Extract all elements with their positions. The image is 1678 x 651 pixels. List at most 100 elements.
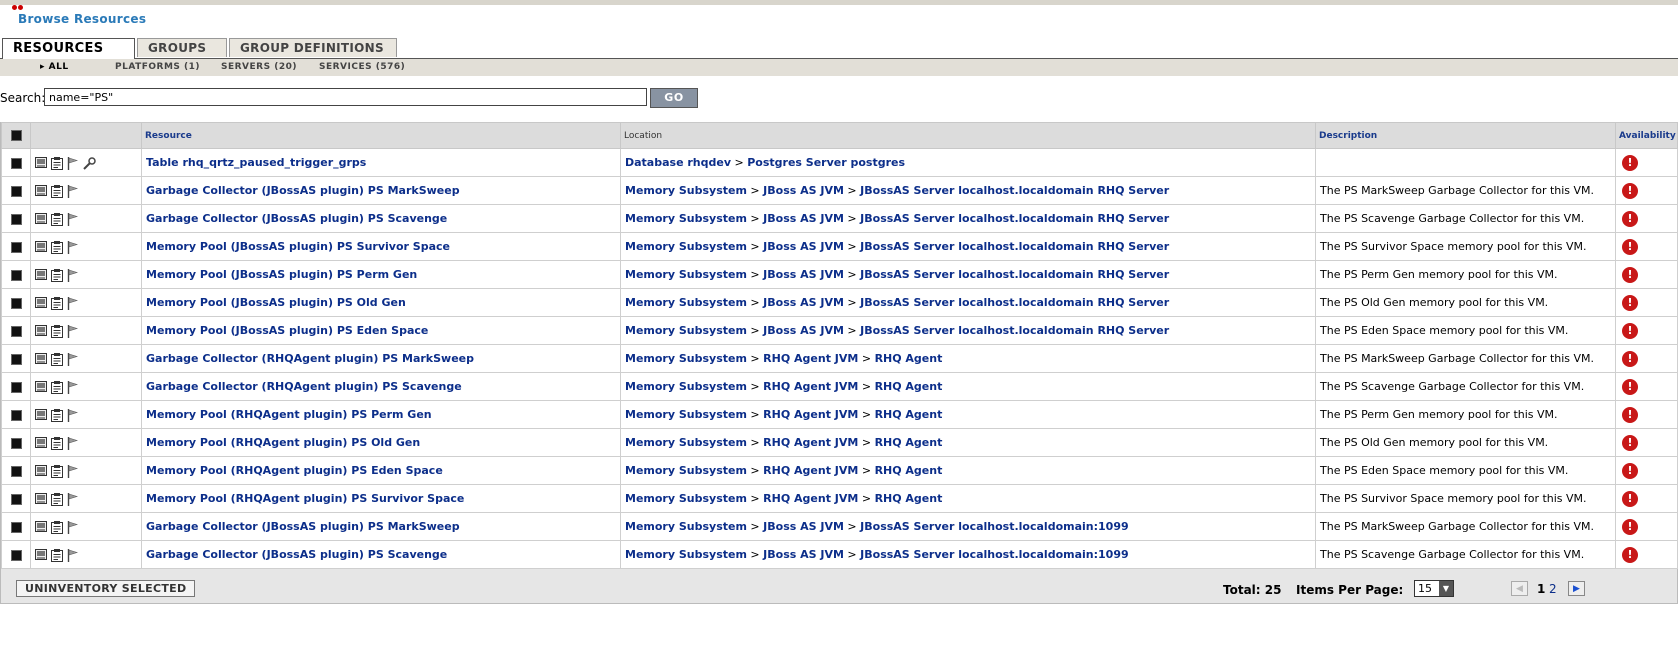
inventory-icon[interactable] [51,269,63,282]
resource-link[interactable]: Memory Pool (JBossAS plugin) PS Old Gen [146,296,406,309]
location-link[interactable]: RHQ Agent [875,492,943,505]
location-link[interactable]: RHQ Agent JVM [763,492,858,505]
location-link[interactable]: JBoss AS JVM [763,520,844,533]
location-link[interactable]: Memory Subsystem [625,380,747,393]
next-page-icon[interactable]: ▶ [1568,581,1585,596]
monitor-icon[interactable] [35,437,47,449]
row-checkbox[interactable] [10,549,22,561]
inventory-icon[interactable] [51,549,63,562]
row-checkbox[interactable] [10,269,22,281]
location-link[interactable]: Memory Subsystem [625,492,747,505]
monitor-icon[interactable] [35,213,47,225]
previous-page-icon[interactable]: ◀ [1511,581,1528,596]
location-link[interactable]: RHQ Agent [875,408,943,421]
location-link[interactable]: JBoss AS JVM [763,212,844,225]
monitor-icon[interactable] [35,157,47,169]
page-link-2[interactable]: 2 [1549,582,1557,596]
location-link[interactable]: RHQ Agent JVM [763,464,858,477]
location-link[interactable]: RHQ Agent JVM [763,352,858,365]
location-link[interactable]: JBoss AS JVM [763,324,844,337]
location-link[interactable]: JBoss AS JVM [763,548,844,561]
inventory-icon[interactable] [51,381,63,394]
location-link[interactable]: JBoss AS JVM [763,296,844,309]
location-link[interactable]: Database rhqdev [625,156,731,169]
monitor-icon[interactable] [35,241,47,253]
location-link[interactable]: Memory Subsystem [625,464,747,477]
inventory-icon[interactable] [51,409,63,422]
monitor-icon[interactable] [35,549,47,561]
location-link[interactable]: JBossAS Server localhost.localdomain RHQ… [860,324,1169,337]
location-link[interactable]: RHQ Agent [875,464,943,477]
row-checkbox[interactable] [10,493,22,505]
location-link[interactable]: Memory Subsystem [625,268,747,281]
row-checkbox[interactable] [10,353,22,365]
inventory-icon[interactable] [51,157,63,170]
location-link[interactable]: Memory Subsystem [625,324,747,337]
location-link[interactable]: Memory Subsystem [625,408,747,421]
items-per-page-select[interactable]: 15 ▼ [1414,580,1454,597]
row-checkbox[interactable] [10,409,22,421]
row-checkbox[interactable] [10,437,22,449]
resource-link[interactable]: Garbage Collector (RHQAgent plugin) PS S… [146,380,462,393]
location-link[interactable]: Memory Subsystem [625,520,747,533]
location-link[interactable]: JBossAS Server localhost.localdomain:109… [860,548,1128,561]
monitor-icon[interactable] [35,521,47,533]
row-checkbox[interactable] [10,157,22,169]
go-button[interactable]: GO [650,88,698,108]
monitor-icon[interactable] [35,185,47,197]
alerts-flag-icon[interactable] [67,521,79,534]
uninventory-selected-button[interactable]: UNINVENTORY SELECTED [16,580,196,597]
resource-link[interactable]: Garbage Collector (JBossAS plugin) PS Sc… [146,548,447,561]
resource-link[interactable]: Table rhq_qrtz_paused_trigger_grps [146,156,366,169]
subnav-all[interactable]: ▸ ALL [40,62,69,72]
inventory-icon[interactable] [51,521,63,534]
row-checkbox[interactable] [10,465,22,477]
location-link[interactable]: JBossAS Server localhost.localdomain RHQ… [860,212,1169,225]
monitor-icon[interactable] [35,465,47,477]
tab-group-definitions[interactable]: GROUP DEFINITIONS (0) [229,38,397,74]
subnav-services[interactable]: SERVICES (576) [319,62,405,72]
location-link[interactable]: JBoss AS JVM [763,240,844,253]
resource-link[interactable]: Garbage Collector (JBossAS plugin) PS Ma… [146,520,460,533]
resource-link[interactable]: Memory Pool (RHQAgent plugin) PS Old Gen [146,436,420,449]
row-checkbox[interactable] [10,213,22,225]
location-link[interactable]: Memory Subsystem [625,184,747,197]
monitor-icon[interactable] [35,493,47,505]
resource-link[interactable]: Memory Pool (RHQAgent plugin) PS Survivo… [146,492,464,505]
configure-wrench-icon[interactable] [83,157,96,170]
location-link[interactable]: RHQ Agent [875,436,943,449]
location-link[interactable]: Memory Subsystem [625,240,747,253]
monitor-icon[interactable] [35,409,47,421]
tab-resources[interactable]: RESOURCES (597) [2,38,135,75]
alerts-flag-icon[interactable] [67,213,79,226]
location-link[interactable]: RHQ Agent JVM [763,380,858,393]
alerts-flag-icon[interactable] [67,269,79,282]
location-link[interactable]: JBossAS Server localhost.localdomain:109… [860,520,1128,533]
location-link[interactable]: JBoss AS JVM [763,268,844,281]
select-all-checkbox[interactable] [10,130,22,141]
alerts-flag-icon[interactable] [67,353,79,366]
location-link[interactable]: Memory Subsystem [625,296,747,309]
location-link[interactable]: JBossAS Server localhost.localdomain RHQ… [860,268,1169,281]
inventory-icon[interactable] [51,241,63,254]
alerts-flag-icon[interactable] [67,185,79,198]
location-link[interactable]: RHQ Agent [875,352,943,365]
location-link[interactable]: Postgres Server postgres [747,156,905,169]
alerts-flag-icon[interactable] [67,325,79,338]
row-checkbox[interactable] [10,325,22,337]
inventory-icon[interactable] [51,185,63,198]
monitor-icon[interactable] [35,297,47,309]
monitor-icon[interactable] [35,325,47,337]
location-link[interactable]: JBossAS Server localhost.localdomain RHQ… [860,240,1169,253]
alerts-flag-icon[interactable] [67,381,79,394]
alerts-flag-icon[interactable] [67,241,79,254]
subnav-servers[interactable]: SERVERS (20) [221,62,297,72]
location-link[interactable]: RHQ Agent JVM [763,436,858,449]
alerts-flag-icon[interactable] [67,157,79,170]
resource-link[interactable]: Garbage Collector (RHQAgent plugin) PS M… [146,352,474,365]
location-link[interactable]: Memory Subsystem [625,352,747,365]
inventory-icon[interactable] [51,297,63,310]
location-link[interactable]: Memory Subsystem [625,548,747,561]
location-link[interactable]: RHQ Agent JVM [763,408,858,421]
inventory-icon[interactable] [51,437,63,450]
